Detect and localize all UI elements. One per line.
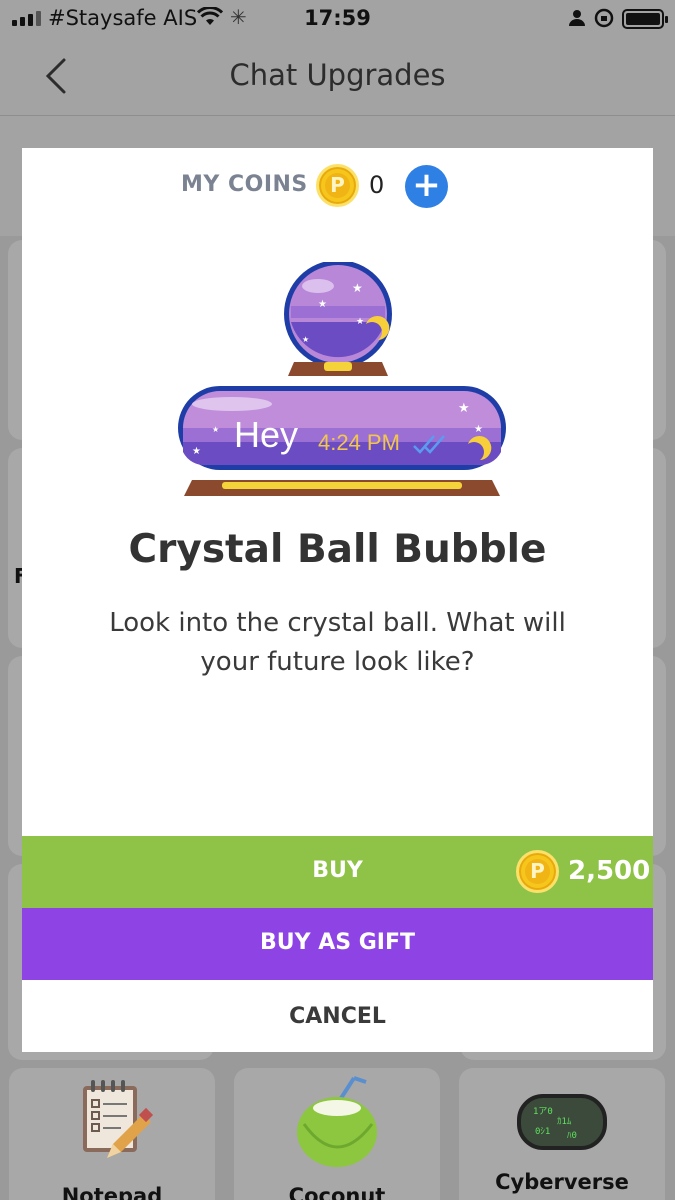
double-check-icon: [413, 435, 445, 454]
cancel-button[interactable]: CANCEL: [22, 980, 653, 1052]
upgrade-tile-coconut[interactable]: Coconut: [234, 1068, 440, 1200]
cancel-label: CANCEL: [289, 1004, 386, 1029]
svg-text:★: ★: [212, 425, 219, 434]
svg-text:★: ★: [302, 335, 309, 344]
tile-label: Coconut: [288, 1184, 386, 1200]
rotation-lock-icon: [594, 8, 614, 28]
coin-icon: P: [516, 850, 559, 893]
coin-symbol: P: [324, 172, 351, 199]
tile-label: Cyberverse: [495, 1170, 629, 1194]
notepad-icon: [83, 1080, 154, 1158]
svg-text:★: ★: [474, 424, 483, 435]
page-title: Chat Upgrades: [229, 58, 446, 92]
item-title: Crystal Ball Bubble: [128, 527, 547, 572]
buy-button[interactable]: BUY P 2,500: [22, 836, 653, 908]
svg-text:0ｼ1: 0ｼ1: [535, 1127, 550, 1137]
svg-text:★: ★: [318, 299, 327, 310]
preview-message: Hey: [234, 414, 299, 455]
coin-symbol: P: [524, 858, 551, 885]
coconut-icon: [297, 1076, 377, 1167]
item-description: Look into the crystal ball. What will yo…: [109, 608, 566, 677]
svg-text:ｶ1ﾑ: ｶ1ﾑ: [557, 1116, 572, 1127]
svg-text:★: ★: [356, 317, 364, 327]
buy-as-gift-button[interactable]: BUY AS GIFT: [22, 908, 653, 980]
coin-icon: P: [316, 164, 359, 207]
add-coins-button[interactable]: +: [405, 165, 448, 208]
cyberverse-icon: 1ア0 ｶ1ﾑ 0ｼ1 ﾊ0: [517, 1094, 607, 1150]
person-icon: [569, 10, 585, 26]
battery-icon: [622, 9, 668, 29]
coin-balance: 0: [369, 171, 385, 199]
upgrade-tile-notepad[interactable]: Notepad: [9, 1068, 215, 1200]
tile-label: Notepad: [61, 1184, 163, 1200]
status-bar: #Staysafe AIS ✳ 17:59: [0, 0, 675, 38]
svg-text:★: ★: [192, 446, 201, 457]
buy-as-gift-label: BUY AS GIFT: [259, 930, 416, 955]
crystal-ball-bubble-preview: ★ ★ ★ ★ ★ ★ ★ ★ Hey 4:24 PM: [172, 262, 512, 498]
my-coins-label: MY COINS: [181, 172, 308, 197]
nav-bar: Chat Upgrades: [0, 38, 675, 116]
svg-text:★: ★: [458, 401, 470, 416]
price-label: 2,500: [568, 856, 651, 886]
svg-text:1ア0: 1ア0: [533, 1107, 553, 1117]
upgrade-tile-cyberverse[interactable]: 1ア0 ｶ1ﾑ 0ｼ1 ﾊ0 Cyberverse: [459, 1068, 665, 1200]
svg-text:★: ★: [352, 281, 363, 295]
svg-text:ﾊ0: ﾊ0: [567, 1131, 577, 1141]
preview-timestamp: 4:24 PM: [318, 430, 400, 455]
crystal-ball-icon: ★ ★ ★ ★ ★ ★ ★ ★: [178, 262, 506, 496]
